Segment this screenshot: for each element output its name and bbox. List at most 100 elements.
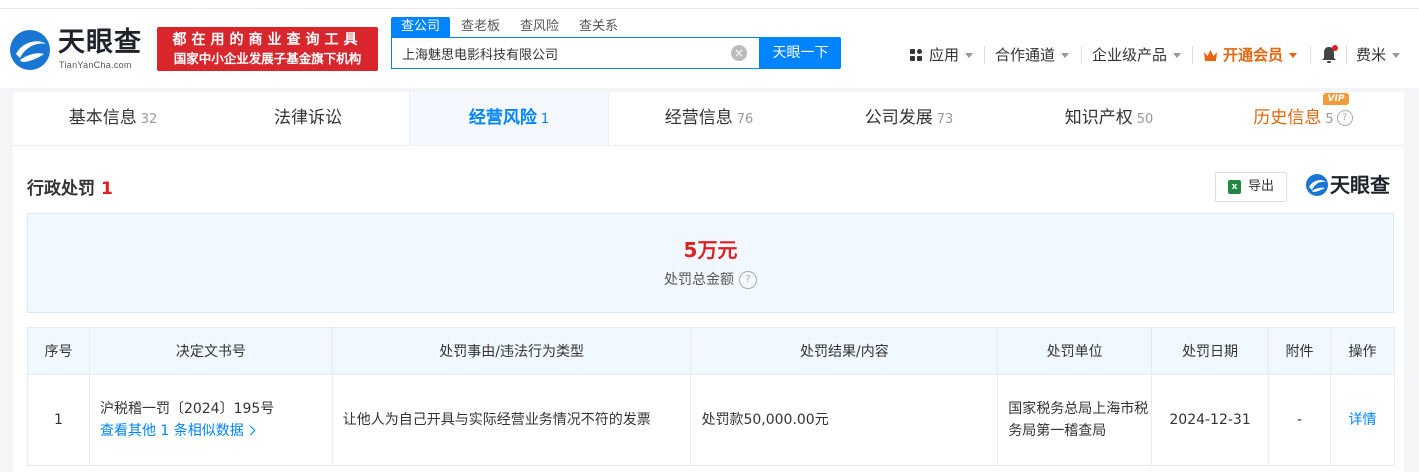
tab-count: 1 [540,112,550,127]
tab-development[interactable]: 公司发展 73 [809,92,1009,145]
slogan-banner: 都在用的商业查询工具 国家中小企业发展子基金旗下机构 [157,27,378,71]
tab-label: 基本信息 [68,108,137,128]
tab-count: 5 [1325,112,1334,127]
nav-divider [1346,46,1347,64]
search-input[interactable] [392,38,742,68]
search-type-tabs: 查公司 查老板 查风险 查关系 [391,17,629,37]
crown-icon [1204,49,1217,61]
nav-enterprise[interactable]: 企业级产品 [1092,44,1182,66]
site-logo[interactable]: 天眼查 TianYanCha.com [8,28,148,72]
notification-bell[interactable] [1320,44,1338,66]
total-amount: 5万元 [683,238,738,262]
nav-partners[interactable]: 合作通道 [995,44,1070,66]
clear-icon[interactable]: × [731,45,747,61]
penalty-table: 序号 决定文书号 处罚事由/违法行为类型 处罚结果/内容 处罚单位 处罚日期 附… [27,327,1396,466]
nav-divider [1192,46,1193,64]
top-header: 天眼查 TianYanCha.com 都在用的商业查询工具 国家中小企业发展子基… [0,0,1419,88]
search-tab-company[interactable]: 查公司 [391,17,451,37]
section-count: 1 [101,179,113,199]
nav-partners-label: 合作通道 [995,46,1056,64]
tab-count: 32 [140,112,158,127]
slogan-line-2: 国家中小企业发展子基金旗下机构 [173,51,362,66]
detail-link[interactable]: 详情 [1329,374,1396,466]
tab-business-info[interactable]: 经营信息 76 [609,92,809,145]
nav-divider [984,46,985,64]
tab-label: 经营信息 [664,108,733,128]
tab-business-risk[interactable]: 经营风险 1 [409,92,609,145]
tab-basic-info[interactable]: 基本信息 32 [13,92,213,145]
col-date: 处罚日期 [1151,327,1270,375]
brand-logo-icon [1306,174,1328,196]
chevron-down-icon [1061,52,1070,58]
brand-watermark: 天眼查 [1330,173,1390,197]
cell-attachment: - [1268,374,1331,466]
similar-data-link[interactable]: 查看其他 1 条相似数据 [100,420,331,442]
tab-ip[interactable]: 知识产权 50 [1009,92,1209,145]
chevron-down-icon [1392,52,1401,58]
search-tab-relation[interactable]: 查关系 [570,17,627,37]
section-title-label: 行政处罚 [27,179,95,199]
total-amount-label-text: 处罚总金额 [664,272,734,288]
nav-apps-label: 应用 [929,46,960,64]
section-title: 行政处罚 1 [27,174,113,199]
penalty-summary: 5万元 处罚总金额? [27,213,1394,313]
bell-icon [1322,45,1338,63]
nav-user[interactable]: 费米 [1356,44,1401,66]
col-authority: 处罚单位 [997,327,1153,375]
tab-label: 公司发展 [864,108,933,128]
top-divider [0,8,1419,9]
tab-count: 73 [936,112,954,127]
company-tabs: 基本信息 32 法律诉讼 经营风险 1 经营信息 76 公司发展 73 知识产权 50 历… [13,92,1404,146]
nav-vip[interactable]: 开通会员 [1203,44,1298,66]
cell-reason: 让他人为自己开具与实际经营业务情况不符的发票 [331,374,692,466]
tab-count: 50 [1136,112,1154,127]
col-result: 处罚结果/内容 [690,327,999,375]
help-icon[interactable]: ? [1336,110,1353,126]
search-tab-boss[interactable]: 查老板 [452,17,509,37]
col-action: 操作 [1329,327,1396,375]
col-doc-no: 决定文书号 [88,327,333,375]
grid-icon [910,48,922,61]
tab-label: 法律诉讼 [274,108,342,128]
slogan-line-1: 都在用的商业查询工具 [172,32,363,48]
search-tab-risk[interactable]: 查风险 [511,17,568,37]
help-icon[interactable]: ? [739,271,757,289]
tab-history[interactable]: 历史信息 5? [1203,92,1403,145]
logo-text: 天眼查 [58,27,142,58]
chevron-down-icon [1173,52,1182,58]
cell-date: 2024-12-31 [1151,374,1270,466]
chevron-right-icon [245,425,256,436]
logo-subtitle: TianYanCha.com [59,60,132,70]
nav-apps[interactable]: 应用 [910,44,974,66]
col-attachment: 附件 [1268,327,1331,375]
tab-count: 76 [736,112,754,127]
col-reason: 处罚事由/违法行为类型 [331,327,692,375]
cell-result: 处罚款50,000.00元 [690,374,999,466]
nav-divider [1310,46,1311,64]
nav-enterprise-label: 企业级产品 [1092,46,1168,64]
doc-number: 沪税稽一罚〔2024〕195号 [99,401,275,417]
nav-vip-label: 开通会员 [1223,46,1284,64]
tab-label: 经营风险 [468,108,537,128]
col-index: 序号 [27,327,90,375]
nav-divider [1081,46,1082,64]
vip-badge: VIP [1323,93,1349,105]
table-header-row: 序号 决定文书号 处罚事由/违法行为类型 处罚结果/内容 处罚单位 处罚日期 附… [27,327,1396,375]
table-row: 1 沪税稽一罚〔2024〕195号 查看其他 1 条相似数据 让他人为自己开具与… [27,374,1396,466]
cell-index: 1 [27,374,90,466]
tab-legal[interactable]: 法律诉讼 [210,92,410,145]
excel-icon: x [1228,180,1241,194]
chevron-down-icon [1289,52,1298,58]
penalty-panel: 行政处罚 1 x 导出 天眼查 5万元 处罚总金额? 序号 决定文书号 处罚事由/… [13,146,1404,472]
search-button[interactable]: 天眼一下 [760,37,841,69]
logo-mark-icon [10,30,50,70]
tab-label: 历史信息 [1253,108,1322,128]
tab-label: 知识产权 [1064,108,1133,128]
chevron-down-icon [965,52,974,58]
nav-user-label: 费米 [1356,46,1387,64]
export-button[interactable]: x 导出 [1215,172,1287,202]
cell-doc-no: 沪税稽一罚〔2024〕195号 查看其他 1 条相似数据 [88,374,333,466]
total-amount-label: 处罚总金额? [28,269,1393,289]
search-box: × [391,37,760,69]
similar-data-label: 查看其他 1 条相似数据 [99,423,244,439]
